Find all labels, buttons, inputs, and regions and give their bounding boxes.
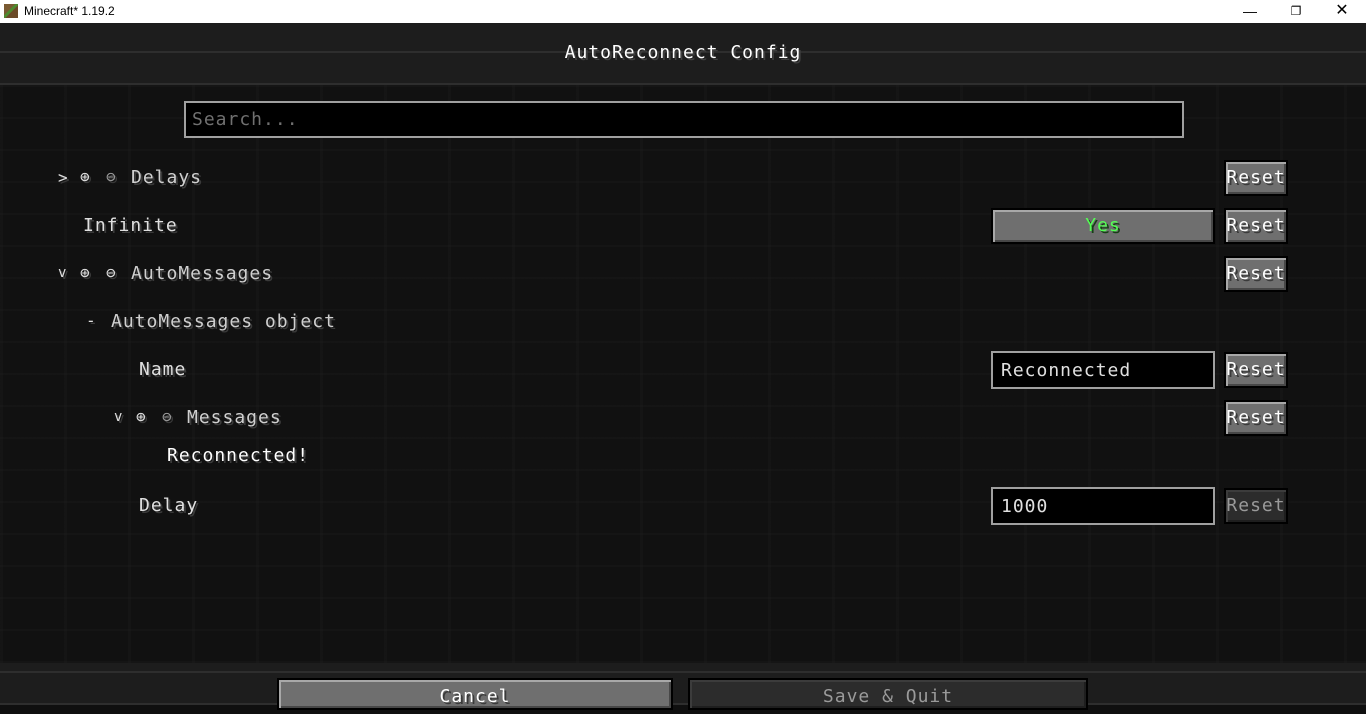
infinite-toggle-button[interactable]: Yes — [991, 208, 1215, 244]
automessages-label[interactable]: AutoMessages — [131, 263, 273, 284]
minecraft-grass-block-icon — [4, 4, 18, 18]
messages-reset-button[interactable]: Reset — [1224, 400, 1288, 436]
remove-entry-icon[interactable]: ⊖ — [106, 167, 116, 186]
minimize-icon[interactable]: — — [1227, 0, 1273, 23]
remove-entry-icon[interactable]: ⊖ — [162, 407, 172, 426]
collapse-chevron-icon[interactable]: v — [114, 409, 122, 425]
restore-icon[interactable]: ❐ — [1273, 0, 1319, 23]
expand-chevron-icon[interactable]: > — [58, 168, 68, 187]
infinite-reset-button[interactable]: Reset — [1224, 208, 1288, 244]
search-input[interactable] — [184, 101, 1184, 138]
delays-label[interactable]: Delays — [131, 167, 202, 188]
delays-reset-button[interactable]: Reset — [1224, 160, 1288, 196]
message-item[interactable]: Reconnected! — [167, 445, 309, 466]
add-entry-icon[interactable]: ⊕ — [80, 167, 90, 186]
messages-label[interactable]: Messages — [187, 407, 282, 428]
delay-label: Delay — [139, 495, 199, 516]
infinite-label: Infinite — [83, 215, 178, 236]
name-reset-button[interactable]: Reset — [1224, 352, 1288, 388]
collapse-chevron-icon[interactable]: v — [58, 265, 66, 281]
screen-title: AutoReconnect Config — [564, 42, 802, 63]
footer-background — [0, 663, 1366, 705]
window-titlebar: Minecraft* 1.19.2 — ❐ ✕ — [0, 0, 1366, 23]
remove-entry-icon[interactable]: ⊖ — [106, 263, 116, 282]
delay-field[interactable] — [991, 487, 1215, 525]
close-icon[interactable]: ✕ — [1319, 0, 1365, 23]
automessages-object-label: AutoMessages object — [111, 311, 336, 332]
delay-reset-button[interactable]: Reset — [1224, 488, 1288, 524]
automessages-reset-button[interactable]: Reset — [1224, 256, 1288, 292]
save-quit-button[interactable]: Save & Quit — [688, 678, 1088, 710]
add-entry-icon[interactable]: ⊕ — [136, 407, 146, 426]
window-title: Minecraft* 1.19.2 — [24, 4, 115, 18]
add-entry-icon[interactable]: ⊕ — [80, 263, 90, 282]
name-field[interactable] — [991, 351, 1215, 389]
cancel-button[interactable]: Cancel — [277, 678, 673, 710]
remove-object-icon[interactable]: - — [86, 311, 96, 330]
name-label: Name — [139, 359, 187, 380]
